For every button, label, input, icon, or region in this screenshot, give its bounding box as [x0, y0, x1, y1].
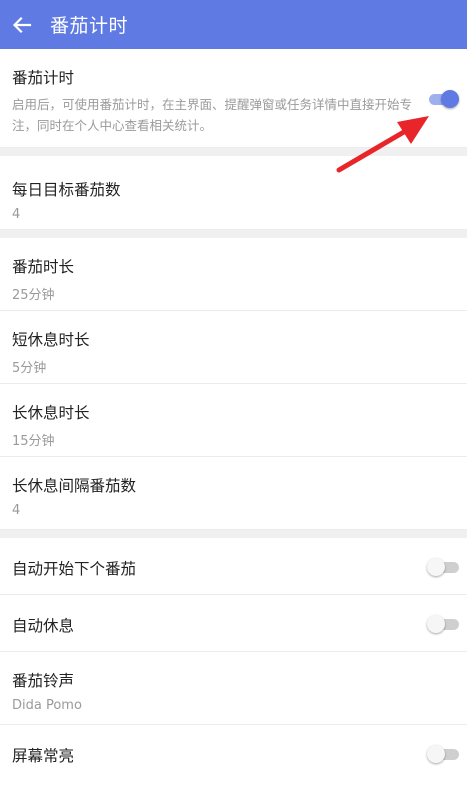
page-title: 番茄计时 [50, 15, 129, 37]
ringtone-row[interactable]: 番茄铃声 Dida Pomo [0, 652, 467, 725]
app-bar: 番茄计时 [0, 0, 467, 49]
pomodoro-title: 番茄计时 [12, 69, 75, 87]
auto-rest-row[interactable]: 自动休息 [0, 595, 467, 652]
duration-value: 4 [12, 503, 21, 518]
switch-thumb [427, 558, 445, 576]
back-button[interactable] [0, 0, 44, 49]
screen-on-row[interactable]: 屏幕常亮 [0, 725, 467, 782]
pomodoro-switch[interactable] [427, 88, 459, 110]
screen-on-title: 屏幕常亮 [12, 747, 75, 765]
screen-on-switch[interactable] [427, 743, 459, 765]
duration-title: 长休息时长 [12, 404, 90, 422]
daily-goal-value: 4 [12, 207, 21, 222]
annotation-arrow-icon [336, 116, 429, 173]
auto-rest-title: 自动休息 [12, 617, 75, 635]
auto-next-switch[interactable] [427, 556, 459, 578]
daily-goal-title: 每日目标番茄数 [12, 181, 121, 199]
auto-next-row[interactable]: 自动开始下个番茄 [0, 538, 467, 595]
ringtone-title: 番茄铃声 [12, 672, 75, 690]
arrow-left-icon [12, 16, 32, 33]
duration-value: 5分钟 [12, 361, 47, 376]
duration-title: 番茄时长 [12, 258, 75, 276]
switch-thumb [441, 90, 459, 108]
section-divider [0, 230, 467, 238]
duration-value: 15分钟 [12, 434, 55, 449]
duration-row[interactable]: 番茄时长 25分钟 [0, 238, 467, 311]
duration-title: 长休息间隔番茄数 [12, 477, 137, 495]
auto-next-title: 自动开始下个番茄 [12, 560, 137, 578]
switch-thumb [427, 745, 445, 763]
duration-value: 25分钟 [12, 288, 55, 303]
switch-thumb [427, 615, 445, 633]
section-divider [0, 530, 467, 538]
duration-row[interactable]: 长休息间隔番茄数 4 [0, 457, 467, 530]
ringtone-value: Dida Pomo [12, 698, 82, 713]
duration-row[interactable]: 长休息时长 15分钟 [0, 384, 467, 457]
duration-title: 短休息时长 [12, 331, 90, 349]
auto-rest-switch[interactable] [427, 613, 459, 635]
duration-row[interactable]: 短休息时长 5分钟 [0, 311, 467, 384]
